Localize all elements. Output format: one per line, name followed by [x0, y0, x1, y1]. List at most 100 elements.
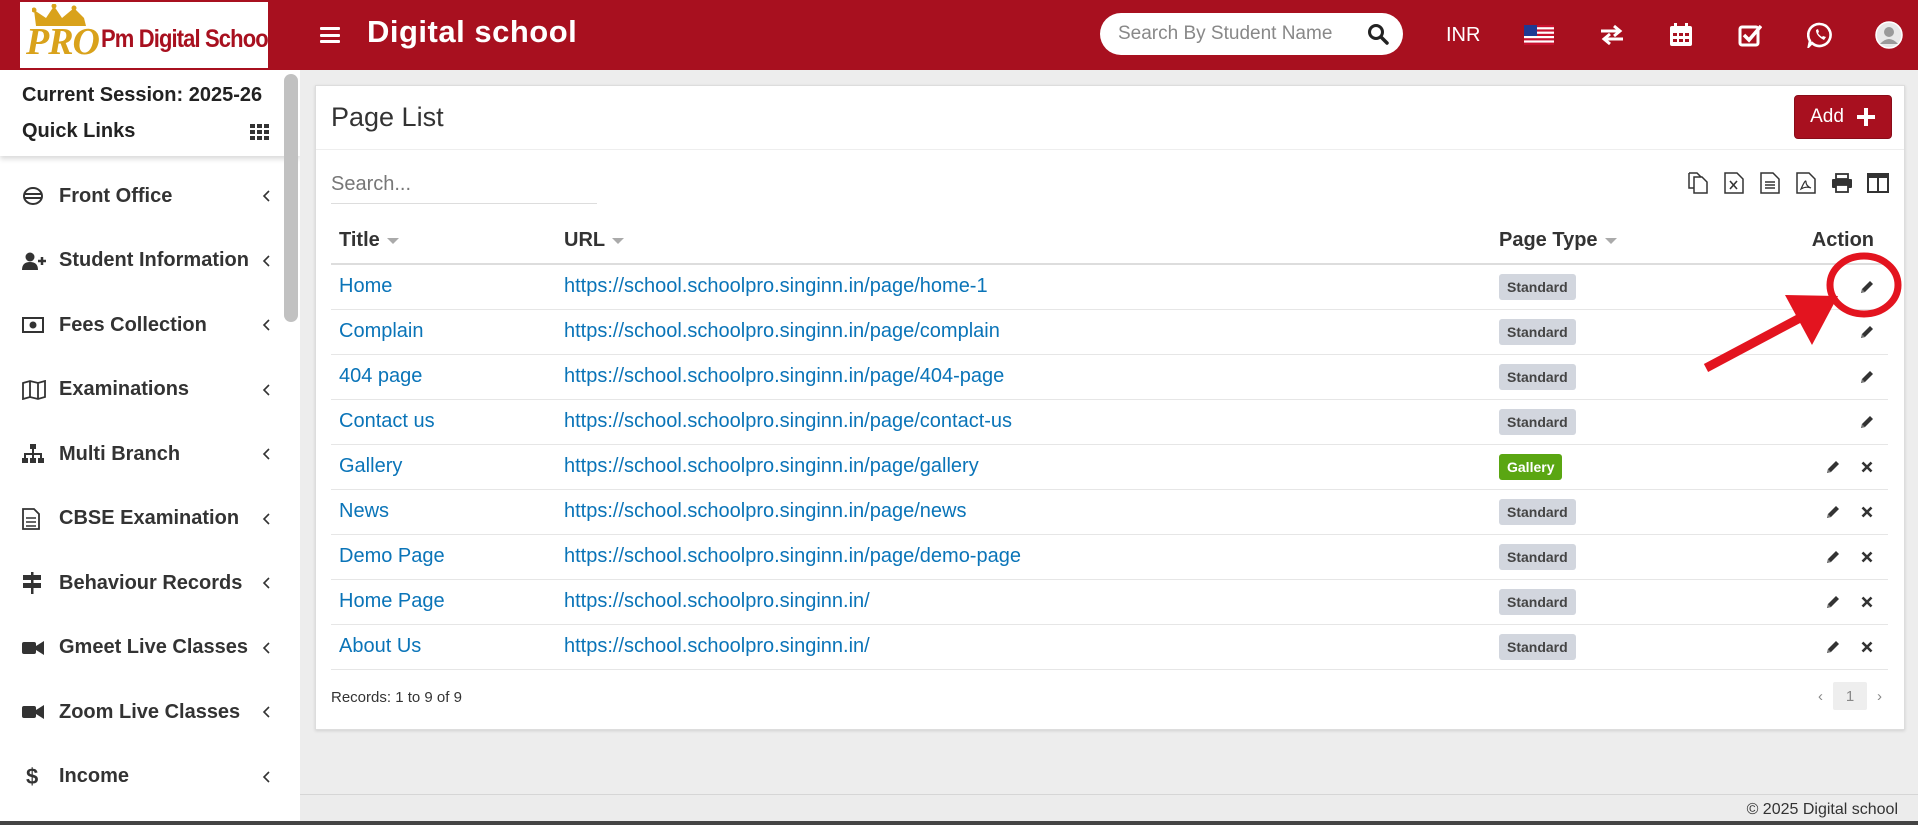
page-title-link[interactable]: Demo Page [339, 545, 445, 567]
sort-icon [612, 237, 625, 244]
calendar-icon[interactable] [1669, 18, 1693, 52]
edit-icon[interactable] [1822, 591, 1844, 613]
table-row: News https://school.schoolpro.singinn.in/… [331, 489, 1888, 535]
chevron-left-icon [262, 255, 270, 267]
edit-icon[interactable] [1856, 321, 1878, 343]
page-url-link[interactable]: https://school.schoolpro.singinn.in/page… [564, 545, 1021, 567]
page-url-link[interactable]: https://school.schoolpro.singinn.in/page… [564, 275, 988, 297]
edit-icon[interactable] [1856, 411, 1878, 433]
chevron-left-icon [262, 771, 270, 783]
sitemap-icon [22, 444, 48, 464]
sidebar-scrollbar[interactable] [284, 74, 298, 322]
sidebar-item-label: Fees Collection [59, 313, 207, 336]
page-title-link[interactable]: About Us [339, 635, 421, 657]
sidebar-item-multi-branch[interactable]: Multi Branch [0, 422, 300, 487]
page-url-link[interactable]: https://school.schoolpro.singinn.in/page… [564, 455, 979, 477]
page-url-link[interactable]: https://school.schoolpro.singinn.in/page… [564, 410, 1012, 432]
page-title-link[interactable]: Home Page [339, 590, 445, 612]
delete-icon[interactable] [1856, 546, 1878, 568]
table-row: 404 page https://school.schoolpro.singinn… [331, 354, 1888, 400]
delete-icon[interactable] [1856, 501, 1878, 523]
page-title-link[interactable]: Contact us [339, 410, 435, 432]
edit-icon[interactable] [1822, 501, 1844, 523]
delete-icon[interactable] [1856, 636, 1878, 658]
current-session[interactable]: Current Session: 2025-26 [22, 84, 278, 120]
page-title: Page List [331, 102, 444, 132]
edit-icon[interactable] [1822, 546, 1844, 568]
copy-icon[interactable] [1685, 170, 1710, 195]
user-plus-icon [22, 251, 48, 271]
student-search-input[interactable] [1118, 23, 1338, 45]
sidebar-item-student-information[interactable]: Student Information [0, 229, 300, 294]
page-url-link[interactable]: https://school.schoolpro.singinn.in/page… [564, 500, 966, 522]
sidebar-item-cbse-examination[interactable]: CBSE Examination [0, 487, 300, 552]
edit-icon[interactable] [1856, 366, 1878, 388]
sidebar-item-front-office[interactable]: Front Office [0, 164, 300, 229]
column-header-url[interactable]: URL [556, 218, 1491, 265]
sidebar-item-income[interactable]: $ Income [0, 745, 300, 810]
menu-icon[interactable] [318, 24, 342, 46]
document-icon [22, 507, 48, 530]
table-row: About Us https://school.schoolpro.singinn… [331, 624, 1888, 670]
edit-icon[interactable] [1822, 636, 1844, 658]
page-title-link[interactable]: Home [339, 275, 392, 297]
us-flag-icon[interactable] [1524, 18, 1554, 52]
page-number-button[interactable]: 1 [1833, 682, 1867, 710]
search-icon[interactable] [1367, 23, 1389, 45]
page-list-card: Page List Add Title URL Page Type Action… [315, 85, 1905, 730]
pdf-icon[interactable] [1793, 170, 1818, 195]
page-url-link[interactable]: https://school.schoolpro.singinn.in/ [564, 590, 870, 612]
grid-icon[interactable] [250, 123, 270, 140]
page-title-link[interactable]: 404 page [339, 365, 422, 387]
page-title-link[interactable]: News [339, 500, 389, 522]
sidebar-item-label: Examinations [59, 378, 190, 401]
sidebar-item-examinations[interactable]: Examinations [0, 358, 300, 423]
cell-page-type: Standard [1491, 309, 1731, 355]
chevron-left-icon [262, 577, 270, 589]
page-url-link[interactable]: https://school.schoolpro.singinn.in/page… [564, 365, 1004, 387]
table-search-input[interactable] [331, 166, 597, 204]
prev-page-button[interactable]: ‹ [1818, 688, 1823, 705]
cell-actions [1731, 354, 1888, 400]
cell-actions [1731, 489, 1888, 535]
csv-icon[interactable] [1757, 170, 1782, 195]
sidebar-item-fees-collection[interactable]: Fees Collection [0, 293, 300, 358]
next-page-button[interactable]: › [1877, 688, 1882, 705]
cell-actions [1731, 264, 1888, 310]
checkbox-icon[interactable] [1738, 18, 1762, 52]
page-type-badge: Standard [1499, 408, 1576, 435]
page-url-link[interactable]: https://school.schoolpro.singinn.in/page… [564, 320, 1000, 342]
add-page-button[interactable]: Add [1794, 95, 1892, 139]
delete-icon[interactable] [1856, 456, 1878, 478]
cell-page-type: Gallery [1491, 444, 1731, 490]
quick-links[interactable]: Quick Links [22, 120, 278, 143]
currency-selector[interactable]: INR [1446, 18, 1480, 52]
delete-icon[interactable] [1856, 591, 1878, 613]
sidebar-item-zoom-live-classes[interactable]: Zoom Live Classes [0, 680, 300, 745]
edit-icon[interactable] [1856, 276, 1878, 298]
edit-icon[interactable] [1822, 456, 1844, 478]
whatsapp-icon[interactable] [1807, 18, 1833, 52]
excel-icon[interactable] [1721, 170, 1746, 195]
page-title-link[interactable]: Gallery [339, 455, 402, 477]
sidebar-item-behaviour-records[interactable]: Behaviour Records [0, 551, 300, 616]
columns-icon[interactable] [1865, 170, 1890, 195]
column-header-page-type[interactable]: Page Type [1491, 218, 1731, 265]
cell-actions [1731, 534, 1888, 580]
page-url-link[interactable]: https://school.schoolpro.singinn.in/ [564, 635, 870, 657]
page-title-link[interactable]: Complain [339, 320, 423, 342]
cell-url: https://school.schoolpro.singinn.in/page… [556, 489, 1491, 535]
logo-name-text: Pm Digital School [101, 24, 268, 53]
sidebar-item-gmeet-live-classes[interactable]: Gmeet Live Classes [0, 616, 300, 681]
column-header-action: Action [1731, 218, 1888, 265]
dollar-icon: $ [26, 763, 39, 789]
cell-url: https://school.schoolpro.singinn.in/page… [556, 399, 1491, 445]
print-icon[interactable] [1829, 170, 1854, 195]
user-avatar-icon[interactable] [1875, 18, 1903, 52]
column-header-title[interactable]: Title [331, 218, 556, 265]
school-logo[interactable]: PRO Pm Digital School [20, 2, 268, 68]
switch-arrows-icon[interactable] [1599, 18, 1625, 52]
cell-actions [1731, 624, 1888, 670]
table-row: Demo Page https://school.schoolpro.singin… [331, 534, 1888, 580]
cell-title: Gallery [331, 444, 556, 490]
